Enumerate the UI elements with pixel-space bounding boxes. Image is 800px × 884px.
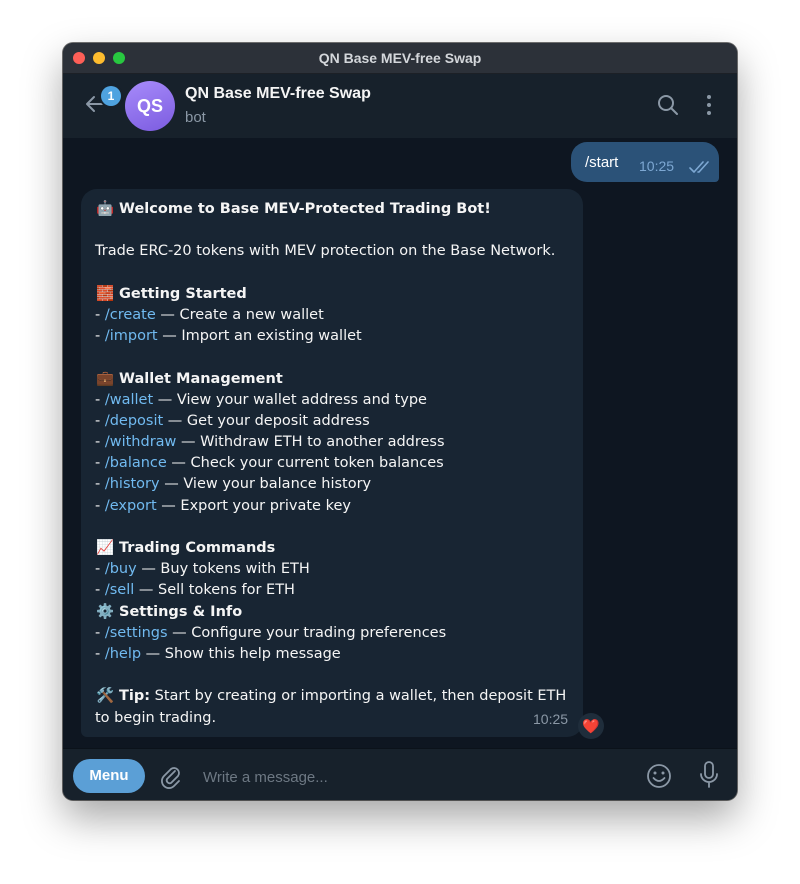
chat-status: bot bbox=[185, 109, 206, 126]
command-link[interactable]: /export bbox=[105, 498, 157, 514]
command-line: - /history — View your balance history bbox=[95, 476, 372, 493]
command-link[interactable]: /buy bbox=[105, 561, 137, 577]
command-link[interactable]: /settings bbox=[105, 625, 168, 641]
chat-name[interactable]: QN Base MEV-free Swap bbox=[185, 85, 371, 103]
window-title: QN Base MEV-free Swap bbox=[318, 50, 482, 66]
tip-text-continued: to begin trading. bbox=[95, 709, 217, 726]
command-line: - /withdraw — Withdraw ETH to another ad… bbox=[95, 434, 445, 451]
section-title: Getting Started bbox=[119, 285, 247, 302]
bricks-icon: 🧱 bbox=[95, 285, 115, 302]
command-line: - /export — Export your private key bbox=[95, 497, 351, 514]
command-link[interactable]: /history bbox=[105, 476, 160, 492]
avatar[interactable]: QS bbox=[125, 81, 175, 131]
welcome-title: Welcome to Base MEV-Protected Trading Bo… bbox=[119, 201, 491, 217]
read-checkmarks-icon bbox=[689, 161, 709, 173]
command-description: — Create a new wallet bbox=[155, 306, 324, 323]
command-link[interactable]: /sell bbox=[105, 582, 134, 598]
command-description: — Import an existing wallet bbox=[157, 328, 362, 345]
outgoing-message-text: /start bbox=[585, 154, 619, 171]
command-description: — Get your deposit address bbox=[163, 412, 370, 429]
chart-increasing-icon: 📈 bbox=[95, 540, 115, 556]
section-title: Trading Commands bbox=[119, 540, 276, 556]
command-line: - /sell — Sell tokens for ETH bbox=[95, 582, 295, 599]
microphone-icon[interactable] bbox=[698, 760, 720, 790]
command-link[interactable]: /balance bbox=[105, 455, 167, 471]
command-description: — Configure your trading preferences bbox=[167, 624, 447, 641]
message-list[interactable]: /start 10:25 🤖 Welcome to Base MEV-Protec… bbox=[63, 138, 737, 748]
command-line: - /import — Import an existing wallet bbox=[95, 328, 362, 345]
paperclip-icon[interactable] bbox=[159, 763, 181, 789]
robot-icon: 🤖 bbox=[95, 201, 115, 217]
command-link[interactable]: /create bbox=[105, 307, 156, 323]
bot-menu-button[interactable]: Menu bbox=[73, 759, 145, 793]
command-description: — View your balance history bbox=[159, 476, 372, 493]
section-title: Settings & Info bbox=[119, 603, 243, 620]
command-line: - /balance — Check your current token ba… bbox=[95, 455, 444, 472]
incoming-message-time: 10:25 bbox=[533, 711, 569, 727]
intro-text: Trade ERC-20 tokens with MEV protection … bbox=[95, 243, 556, 260]
unread-badge: 1 bbox=[101, 86, 121, 106]
tip-label: Tip: bbox=[119, 688, 151, 705]
outgoing-message[interactable]: /start 10:25 bbox=[571, 142, 719, 182]
command-description: — Show this help message bbox=[141, 645, 341, 662]
command-link[interactable]: /import bbox=[105, 328, 158, 344]
command-line: - /wallet — View your wallet address and… bbox=[95, 391, 427, 408]
command-link[interactable]: /help bbox=[105, 646, 141, 662]
briefcase-icon: 💼 bbox=[95, 370, 115, 387]
command-line: - /help — Show this help message bbox=[95, 645, 341, 662]
command-line: - /deposit — Get your deposit address bbox=[95, 412, 370, 429]
incoming-message[interactable]: 🤖 Welcome to Base MEV-Protected Trading B… bbox=[81, 189, 583, 737]
more-options-icon[interactable] bbox=[703, 94, 715, 116]
command-description: — Buy tokens with ETH bbox=[136, 561, 310, 578]
command-description: — Withdraw ETH to another address bbox=[176, 434, 445, 451]
command-link[interactable]: /withdraw bbox=[105, 434, 177, 450]
section-title: Wallet Management bbox=[119, 370, 283, 387]
command-description: — Sell tokens for ETH bbox=[134, 582, 295, 599]
command-description: — Export your private key bbox=[156, 497, 351, 514]
outgoing-message-time: 10:25 bbox=[639, 158, 675, 174]
heart-reaction-icon[interactable]: ❤️ bbox=[578, 713, 604, 739]
hammer-and-wrench-icon: 🛠️ bbox=[95, 688, 115, 705]
search-icon[interactable] bbox=[657, 94, 679, 116]
emoji-icon[interactable] bbox=[645, 762, 673, 790]
command-link[interactable]: /wallet bbox=[105, 392, 153, 408]
message-input[interactable] bbox=[201, 763, 635, 791]
command-line: - /create — Create a new wallet bbox=[95, 306, 324, 323]
title-bar: QN Base MEV-free Swap bbox=[63, 43, 737, 74]
command-line: - /settings — Configure your trading pre… bbox=[95, 624, 447, 641]
command-description: — View your wallet address and type bbox=[153, 391, 427, 408]
command-line: - /buy — Buy tokens with ETH bbox=[95, 561, 310, 578]
command-link[interactable]: /deposit bbox=[105, 413, 163, 429]
composer-bar: Menu bbox=[63, 748, 737, 800]
tip-text: Start by creating or importing a wallet,… bbox=[150, 688, 567, 705]
chat-header: 1 QS QN Base MEV-free Swap bot bbox=[63, 74, 737, 138]
app-window: QN Base MEV-free Swap 1 QS QN Base MEV-f… bbox=[63, 43, 737, 800]
command-description: — Check your current token balances bbox=[166, 455, 444, 472]
incoming-message-body: 🤖 Welcome to Base MEV-Protected Trading B… bbox=[95, 199, 573, 729]
gear-icon: ⚙️ bbox=[95, 603, 115, 620]
